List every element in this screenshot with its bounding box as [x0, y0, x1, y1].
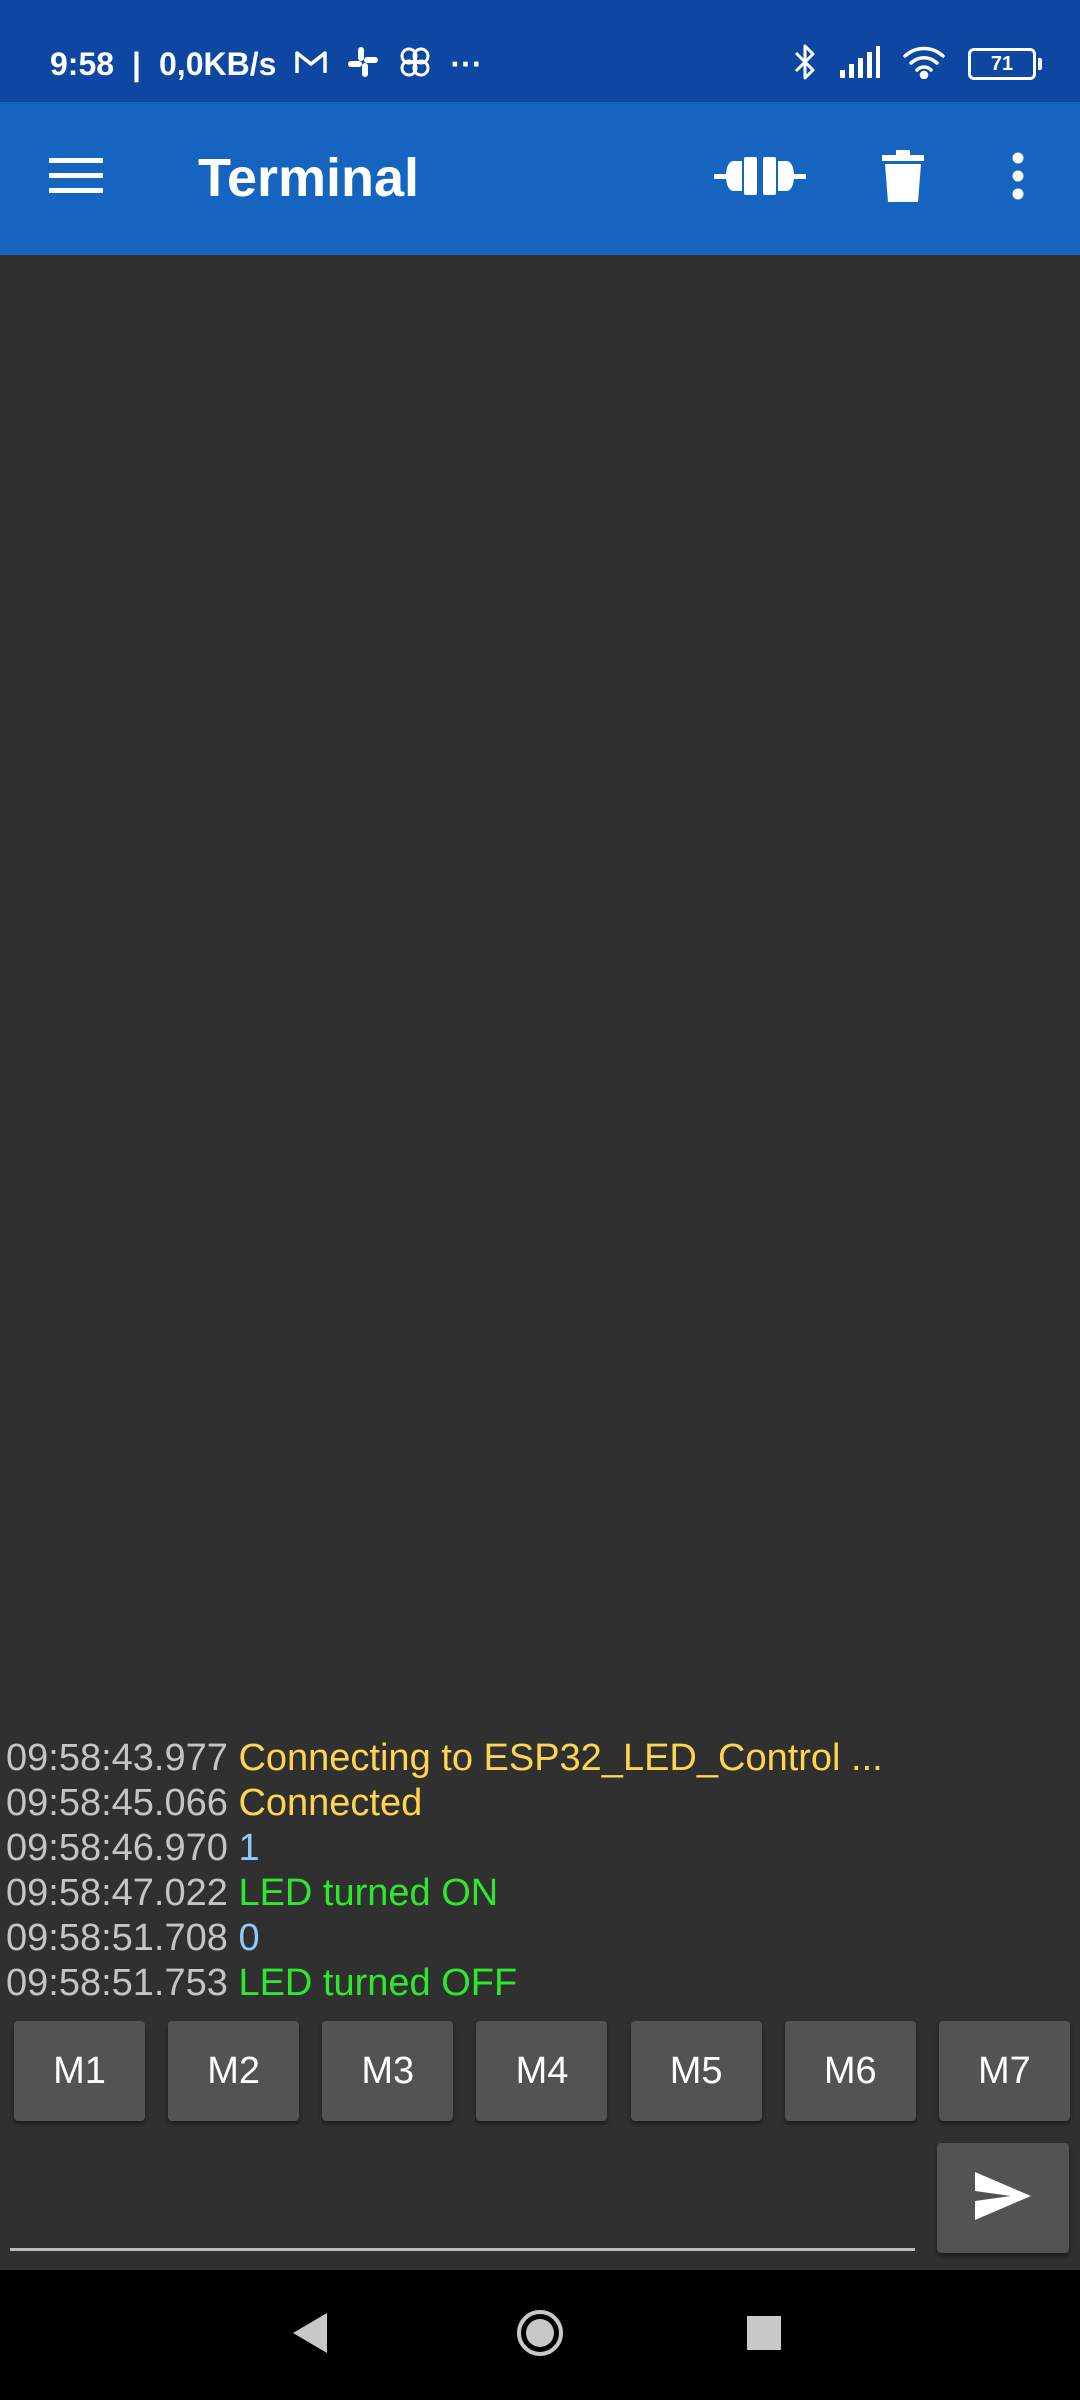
log-line: 09:58:51.753 LED turned OFF	[0, 1961, 1080, 2006]
battery-icon: 71	[968, 48, 1042, 80]
status-time: 9:58	[50, 45, 115, 82]
log-timestamp: 09:58:51.708	[6, 1917, 228, 1959]
macro-button-m6[interactable]: M6	[784, 2021, 916, 2121]
log-timestamp: 09:58:51.753	[6, 1962, 228, 2004]
send-input-container	[10, 2150, 919, 2251]
macro-button-m7[interactable]: M7	[938, 2021, 1070, 2121]
connect-icon	[714, 153, 806, 204]
trash-icon	[882, 150, 924, 207]
clear-button[interactable]	[868, 102, 938, 255]
home-button[interactable]	[500, 2270, 580, 2400]
send-input[interactable]	[10, 2150, 919, 2250]
wifi-icon	[902, 45, 946, 84]
menu-button[interactable]	[30, 102, 122, 255]
log-timestamp: 09:58:43.977	[6, 1737, 228, 1779]
app-bar: Terminal	[0, 102, 1080, 255]
connect-button[interactable]	[710, 102, 810, 255]
bluetooth-icon	[794, 43, 816, 86]
status-separator: |	[132, 45, 141, 82]
macro-button-m4[interactable]: M4	[476, 2021, 608, 2121]
send-icon	[973, 2170, 1033, 2227]
macro-button-m2[interactable]: M2	[168, 2021, 300, 2121]
macro-button-m1[interactable]: M1	[14, 2021, 145, 2121]
log-message: 1	[238, 1827, 260, 1869]
status-bar: 9:58 | 0,0KB/s ··· 71	[0, 0, 1080, 102]
gmail-icon	[294, 49, 328, 80]
signal-icon	[838, 45, 880, 83]
log-timestamp: 09:58:46.970	[6, 1827, 228, 1869]
slack-icon	[346, 45, 380, 84]
log-line: 09:58:47.022 LED turned ON	[0, 1871, 1080, 1916]
navigation-bar	[0, 2270, 1080, 2400]
send-button[interactable]	[937, 2143, 1069, 2253]
log-line: 09:58:45.066 Connected	[0, 1781, 1080, 1826]
battery-level: 71	[990, 52, 1014, 75]
log-line: 09:58:46.970 1	[0, 1826, 1080, 1871]
log-line: 09:58:51.708 0	[0, 1916, 1080, 1961]
log-message: Connected	[238, 1782, 423, 1824]
macro-button-m3[interactable]: M3	[322, 2021, 454, 2121]
recents-square-icon	[747, 2315, 781, 2355]
pinwheel-app-icon	[398, 45, 432, 84]
macro-buttons-row: M1 M2 M3 M4 M5 M6 M7	[14, 2021, 1070, 2121]
macro-button-m5[interactable]: M5	[630, 2021, 762, 2121]
recents-button[interactable]	[724, 2270, 804, 2400]
log-message: 0	[238, 1917, 260, 1959]
log-message: Connecting to ESP32_LED_Control ...	[238, 1737, 883, 1779]
log-message: LED turned ON	[238, 1872, 499, 1914]
more-options-button[interactable]	[990, 102, 1046, 255]
more-vert-icon	[1011, 152, 1025, 205]
log-line: 09:58:43.977 Connecting to ESP32_LED_Con…	[0, 1736, 1080, 1781]
log-message: LED turned OFF	[238, 1962, 518, 2004]
menu-icon	[49, 156, 103, 201]
log-timestamp: 09:58:45.066	[6, 1782, 228, 1824]
terminal-output: 09:58:43.977 Connecting to ESP32_LED_Con…	[0, 1736, 1080, 2006]
back-triangle-icon	[291, 2312, 329, 2358]
back-button[interactable]	[270, 2270, 350, 2400]
page-title: Terminal	[198, 148, 420, 208]
more-notifications-indicator: ···	[450, 45, 483, 82]
log-timestamp: 09:58:47.022	[6, 1872, 228, 1914]
status-speed: 0,0KB/s	[159, 45, 277, 82]
home-circle-icon	[515, 2308, 565, 2363]
